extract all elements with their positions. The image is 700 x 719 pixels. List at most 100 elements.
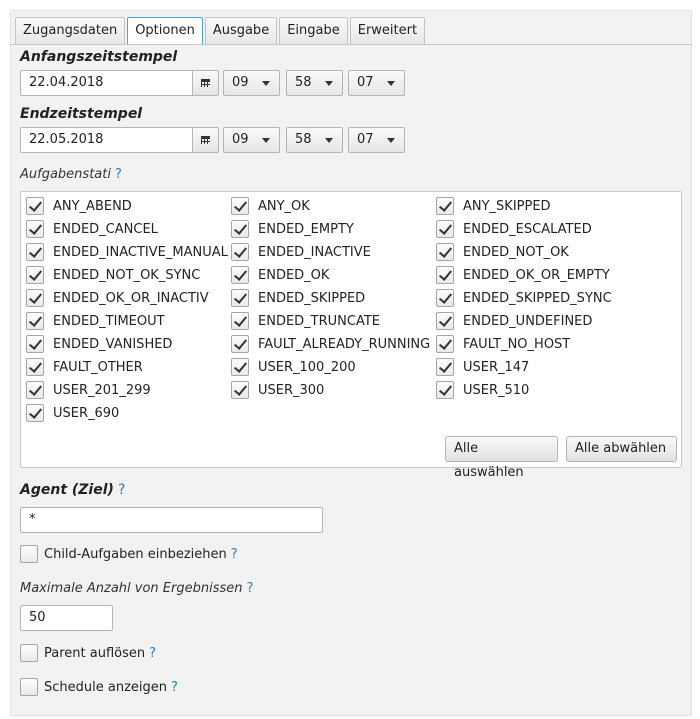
status-checkbox[interactable] (231, 289, 249, 307)
status-checkbox[interactable] (231, 358, 249, 376)
resolve-parent-option[interactable]: Parent auflösen ? (20, 643, 156, 663)
status-checkbox[interactable] (436, 243, 454, 261)
status-checkbox[interactable] (26, 358, 44, 376)
status-option[interactable]: FAULT_OTHER (26, 357, 143, 377)
status-checkbox[interactable] (436, 197, 454, 215)
status-label: FAULT_ALREADY_RUNNING (258, 336, 431, 352)
tab-zugangsdaten[interactable]: Zugangsdaten (15, 17, 126, 44)
start-hour-select[interactable]: 09 (223, 70, 280, 96)
end-minute-select[interactable]: 58 (286, 127, 343, 153)
status-option[interactable]: USER_300 (231, 380, 324, 400)
status-checkbox[interactable] (231, 243, 249, 261)
status-label: ENDED_INACTIVE_MANUAL (53, 244, 228, 260)
resolve-parent-checkbox[interactable] (20, 644, 38, 662)
status-label: ENDED_NOT_OK_SYNC (53, 267, 201, 283)
status-checkbox[interactable] (231, 335, 249, 353)
status-option[interactable]: ENDED_OK_OR_INACTIV (26, 288, 209, 308)
start-minute-select[interactable]: 58 (286, 70, 343, 96)
calendar-icon (201, 79, 210, 87)
start-second-select[interactable]: 07 (348, 70, 405, 96)
help-icon[interactable]: ? (231, 547, 238, 562)
start-minute-value: 58 (295, 75, 312, 90)
status-checkbox[interactable] (26, 243, 44, 261)
status-checkbox[interactable] (436, 358, 454, 376)
status-label: ENDED_OK (258, 267, 330, 283)
status-label: USER_201_299 (53, 382, 151, 398)
select-all-button[interactable]: Alle auswählen (445, 436, 558, 480)
max-results-input[interactable]: 50 (20, 605, 113, 631)
status-option[interactable]: ENDED_TRUNCATE (231, 311, 380, 331)
status-checkbox[interactable] (26, 289, 44, 307)
status-checkbox[interactable] (26, 381, 44, 399)
end-second-select[interactable]: 07 (348, 127, 405, 153)
calendar-icon (201, 136, 210, 144)
status-checkbox[interactable] (231, 266, 249, 284)
status-option[interactable]: ENDED_OK (231, 265, 329, 285)
status-option[interactable]: ANY_OK (231, 196, 310, 216)
status-label: ANY_ABEND (53, 198, 132, 214)
start-date-input[interactable]: 22.04.2018 (20, 70, 193, 96)
status-checkbox[interactable] (26, 335, 44, 353)
status-option[interactable]: ENDED_CANCEL (26, 219, 158, 239)
child-tasks-option[interactable]: Child-Aufgaben einbeziehen ? (20, 544, 238, 564)
end-calendar-button[interactable] (193, 127, 219, 153)
help-icon[interactable]: ? (149, 646, 156, 661)
status-option[interactable]: ENDED_EMPTY (231, 219, 354, 239)
status-label: ANY_SKIPPED (463, 198, 551, 214)
status-checkbox[interactable] (231, 381, 249, 399)
status-option[interactable]: USER_147 (436, 357, 529, 377)
status-checkbox[interactable] (436, 312, 454, 330)
help-icon[interactable]: ? (171, 680, 178, 695)
deselect-all-button[interactable]: Alle abwählen (566, 436, 677, 462)
status-option[interactable]: FAULT_ALREADY_RUNNING (231, 334, 430, 354)
child-tasks-checkbox[interactable] (20, 545, 38, 563)
status-checkbox[interactable] (436, 381, 454, 399)
show-schedule-checkbox[interactable] (20, 678, 38, 696)
status-option[interactable]: ENDED_ESCALATED (436, 219, 592, 239)
status-option[interactable]: ENDED_NOT_OK_SYNC (26, 265, 200, 285)
end-date-input[interactable]: 22.05.2018 (20, 127, 193, 153)
end-hour-select[interactable]: 09 (223, 127, 280, 153)
tab-optionen[interactable]: Optionen (127, 17, 203, 45)
status-option[interactable]: USER_510 (436, 380, 529, 400)
status-option[interactable]: USER_100_200 (231, 357, 356, 377)
help-icon[interactable]: ? (115, 167, 122, 182)
status-option[interactable]: ANY_SKIPPED (436, 196, 551, 216)
status-checkbox[interactable] (436, 289, 454, 307)
status-option[interactable]: ENDED_SKIPPED_SYNC (436, 288, 612, 308)
status-checkbox[interactable] (26, 312, 44, 330)
status-option[interactable]: ENDED_NOT_OK (436, 242, 569, 262)
status-option[interactable]: ENDED_SKIPPED (231, 288, 365, 308)
status-option[interactable]: ENDED_VANISHED (26, 334, 172, 354)
status-checkbox[interactable] (231, 197, 249, 215)
chevron-down-icon (325, 81, 333, 86)
tab-ausgabe[interactable]: Ausgabe (204, 17, 278, 44)
show-schedule-option[interactable]: Schedule anzeigen ? (20, 677, 178, 697)
status-checkbox[interactable] (231, 220, 249, 238)
tab-erweitert[interactable]: Erweitert (349, 17, 426, 44)
status-option[interactable]: ENDED_INACTIVE (231, 242, 371, 262)
status-option[interactable]: USER_201_299 (26, 380, 151, 400)
status-option[interactable]: ENDED_INACTIVE_MANUAL (26, 242, 228, 262)
start-calendar-button[interactable] (193, 70, 219, 96)
status-checkbox[interactable] (26, 220, 44, 238)
status-checkbox[interactable] (436, 335, 454, 353)
status-checkbox[interactable] (26, 197, 44, 215)
status-checkbox[interactable] (26, 404, 44, 422)
end-minute-value: 58 (295, 132, 312, 147)
status-checkbox[interactable] (231, 312, 249, 330)
status-option[interactable]: ENDED_UNDEFINED (436, 311, 592, 331)
status-option[interactable]: USER_690 (26, 403, 119, 423)
help-icon[interactable]: ? (118, 482, 125, 498)
status-option[interactable]: ENDED_TIMEOUT (26, 311, 165, 331)
status-checkbox[interactable] (436, 266, 454, 284)
status-option[interactable]: FAULT_NO_HOST (436, 334, 570, 354)
status-option[interactable]: ANY_ABEND (26, 196, 132, 216)
tab-eingabe[interactable]: Eingabe (279, 17, 348, 44)
start-hour-value: 09 (232, 75, 249, 90)
agent-input[interactable]: * (20, 507, 323, 533)
status-option[interactable]: ENDED_OK_OR_EMPTY (436, 265, 610, 285)
status-checkbox[interactable] (436, 220, 454, 238)
help-icon[interactable]: ? (246, 581, 253, 596)
status-checkbox[interactable] (26, 266, 44, 284)
